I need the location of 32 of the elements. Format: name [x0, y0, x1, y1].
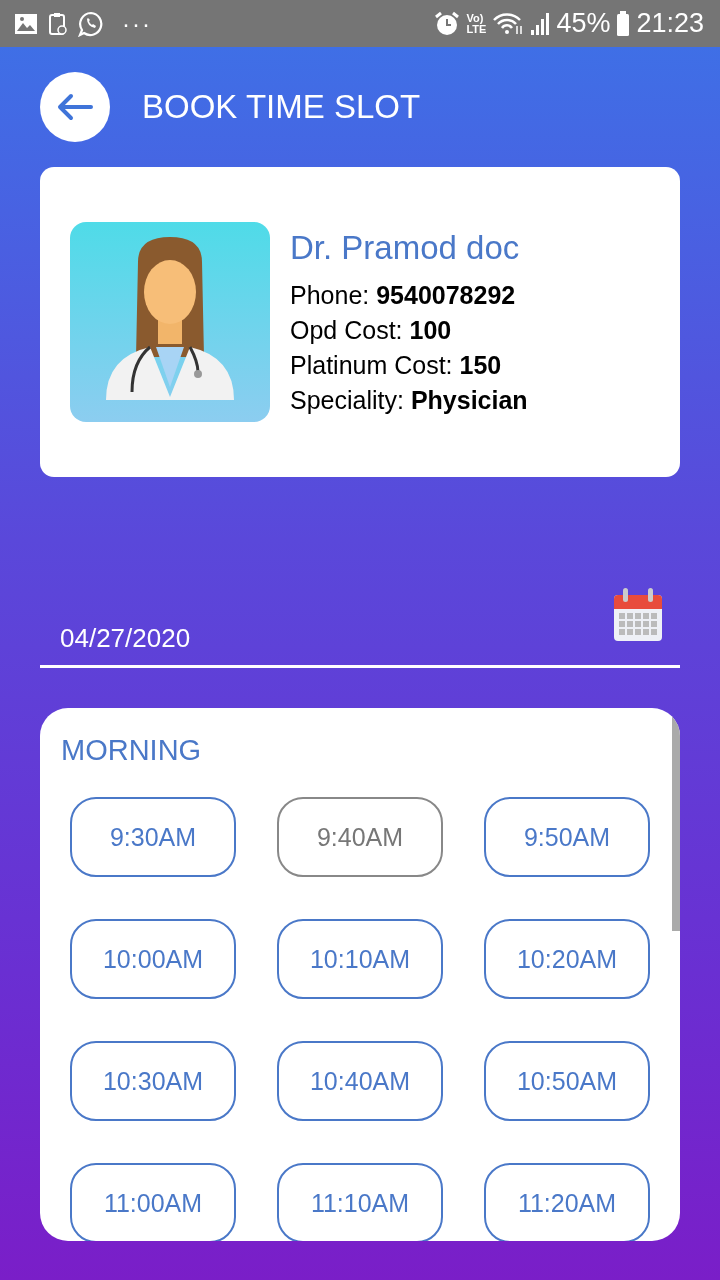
battery-percent: 45%	[556, 8, 611, 39]
wifi-icon	[492, 11, 525, 36]
time-slot-button[interactable]: 11:00AM	[70, 1163, 236, 1241]
doctor-name: Dr. Pramod doc	[290, 229, 521, 267]
time-slot-button[interactable]: 10:00AM	[70, 919, 236, 999]
more-dots: ···	[122, 9, 152, 38]
time-slot-button[interactable]: 11:10AM	[277, 1163, 443, 1241]
image-icon	[14, 12, 38, 35]
time-slot-button[interactable]: 10:10AM	[277, 919, 443, 999]
clock-time: 21:23	[636, 8, 704, 39]
time-slot-button[interactable]: 9:50AM	[484, 797, 650, 877]
time-slot-button[interactable]: 10:30AM	[70, 1041, 236, 1121]
back-arrow-icon	[55, 92, 95, 122]
calendar-icon[interactable]	[612, 587, 664, 643]
signal-icon	[530, 11, 551, 36]
screen-title: BOOK TIME SLOT	[142, 88, 421, 126]
alarm-icon	[434, 10, 461, 37]
doctor-detail: Phone: 9540078292	[290, 281, 517, 310]
doctor-detail: Opd Cost: 100	[290, 316, 453, 345]
doctor-detail: Speciality: Physician	[290, 386, 528, 415]
time-slot-button[interactable]: 10:40AM	[277, 1041, 443, 1121]
date-field[interactable]: 04/27/2020	[40, 585, 680, 668]
time-slot-button[interactable]: 11:20AM	[484, 1163, 650, 1241]
time-slot-button[interactable]: 10:50AM	[484, 1041, 650, 1121]
time-slot-button[interactable]: 9:30AM	[70, 797, 236, 877]
battery-icon	[616, 10, 631, 37]
chat-bubble-icon	[78, 10, 104, 37]
volte-indicator: Vo) LTE	[466, 12, 487, 35]
clipboard-icon	[48, 11, 68, 36]
doctor-detail: Platinum Cost: 150	[290, 351, 503, 380]
time-slot-button[interactable]: 10:20AM	[484, 919, 650, 999]
section-title: MORNING	[61, 734, 203, 767]
